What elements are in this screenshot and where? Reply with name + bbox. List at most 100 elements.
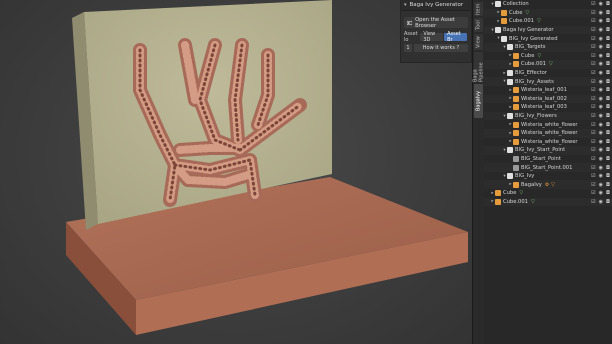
render-camera-icon[interactable]: ◘ xyxy=(606,10,610,16)
visibility-eye-icon[interactable]: ◉ xyxy=(599,182,603,188)
visibility-eye-icon[interactable]: ◉ xyxy=(599,104,603,110)
outliner-row[interactable]: ▸ Cube ▽ ☑ ◉ ◘ xyxy=(484,189,612,198)
outliner-row[interactable]: ▾ BIG_Ivy_Assets ☑ ◉ ◘ xyxy=(484,77,612,86)
number-field[interactable]: 1 xyxy=(404,43,412,52)
tab-view[interactable]: View xyxy=(474,34,483,50)
visibility-eye-icon[interactable]: ◉ xyxy=(599,44,603,50)
exclude-checkbox-icon[interactable]: ☑ xyxy=(591,147,595,153)
exclude-checkbox-icon[interactable]: ☑ xyxy=(591,104,595,110)
3d-viewport[interactable]: ▾ Baga Ivy Generator Open the Asset Brow… xyxy=(0,0,472,344)
modifier-icon[interactable]: ▽ xyxy=(549,61,553,67)
exclude-checkbox-icon[interactable]: ☑ xyxy=(591,53,595,59)
outliner-row[interactable]: ▾ BIG_Ivy_Start_Point ☑ ◉ ◘ xyxy=(484,146,612,155)
outliner-row[interactable]: ▸ Wisteria_white_flower ☑ ◉ ◘ xyxy=(484,120,612,129)
visibility-eye-icon[interactable]: ◉ xyxy=(599,79,603,85)
exclude-checkbox-icon[interactable]: ☑ xyxy=(591,139,595,145)
exclude-checkbox-icon[interactable]: ☑ xyxy=(591,1,595,7)
visibility-eye-icon[interactable]: ◉ xyxy=(599,156,603,162)
exclude-checkbox-icon[interactable]: ☑ xyxy=(591,122,595,128)
exclude-checkbox-icon[interactable]: ☑ xyxy=(591,36,595,42)
visibility-eye-icon[interactable]: ◉ xyxy=(599,36,603,42)
render-camera-icon[interactable]: ◘ xyxy=(606,27,610,33)
visibility-eye-icon[interactable]: ◉ xyxy=(599,122,603,128)
outliner-row[interactable]: ▸ Cube.001 ▽ ☑ ◉ ◘ xyxy=(484,17,612,26)
outliner-row[interactable]: ▸ BagaIvy ⚙ ▽ ☑ ◉ ◘ xyxy=(484,180,612,190)
exclude-checkbox-icon[interactable]: ☑ xyxy=(591,130,595,136)
tab-item[interactable]: Item xyxy=(474,2,483,16)
exclude-checkbox-icon[interactable]: ☑ xyxy=(591,199,595,205)
outliner-row[interactable]: ▸ Wisteria_white_flower ☑ ◉ ◘ xyxy=(484,128,612,138)
exclude-checkbox-icon[interactable]: ☑ xyxy=(591,165,595,171)
render-camera-icon[interactable]: ◘ xyxy=(606,53,610,59)
visibility-eye-icon[interactable]: ◉ xyxy=(599,18,603,24)
render-camera-icon[interactable]: ◘ xyxy=(606,18,610,24)
modifier-icon[interactable]: ▽ xyxy=(537,18,541,24)
exclude-checkbox-icon[interactable]: ☑ xyxy=(591,44,595,50)
render-camera-icon[interactable]: ◘ xyxy=(606,147,610,153)
visibility-eye-icon[interactable]: ◉ xyxy=(599,1,603,7)
outliner-row[interactable]: ▸ Cube.001 ▽ ☑ ◉ ◘ xyxy=(484,60,612,69)
outliner-row[interactable]: ▾ BIG_Targets ☑ ◉ ◘ xyxy=(484,42,612,52)
render-camera-icon[interactable]: ◘ xyxy=(606,156,610,162)
render-camera-icon[interactable]: ◘ xyxy=(606,70,610,76)
render-camera-icon[interactable]: ◘ xyxy=(606,79,610,85)
exclude-checkbox-icon[interactable]: ☑ xyxy=(591,156,595,162)
collapse-icon[interactable]: ▾ xyxy=(404,2,407,8)
visibility-eye-icon[interactable]: ◉ xyxy=(599,53,603,59)
exclude-checkbox-icon[interactable]: ☑ xyxy=(591,27,595,33)
visibility-eye-icon[interactable]: ◉ xyxy=(599,61,603,67)
exclude-checkbox-icon[interactable]: ☑ xyxy=(591,79,595,85)
outliner-row[interactable]: ▸ Cube ▽ ☑ ◉ ◘ xyxy=(484,8,612,18)
modifier-icon[interactable]: ▽ xyxy=(537,53,541,59)
render-camera-icon[interactable]: ◘ xyxy=(606,61,610,67)
how-it-works-button[interactable]: How it works ? xyxy=(414,43,468,52)
render-camera-icon[interactable]: ◘ xyxy=(606,173,610,179)
outliner-row[interactable]: ▸ Cube.001 ▽ ☑ ◉ ◘ xyxy=(484,197,612,207)
render-camera-icon[interactable]: ◘ xyxy=(606,122,610,128)
exclude-checkbox-icon[interactable]: ☑ xyxy=(591,113,595,119)
outliner-row[interactable]: ▾ BIG_Ivy ☑ ◉ ◘ xyxy=(484,172,612,181)
modifier-icon[interactable]: ⚙ ▽ xyxy=(545,182,555,188)
tab-baga-pipeline[interactable]: Baga Pipeline xyxy=(473,52,485,82)
render-camera-icon[interactable]: ◘ xyxy=(606,44,610,50)
render-camera-icon[interactable]: ◘ xyxy=(606,1,610,7)
render-camera-icon[interactable]: ◘ xyxy=(606,113,610,119)
visibility-eye-icon[interactable]: ◉ xyxy=(599,27,603,33)
render-camera-icon[interactable]: ◘ xyxy=(606,87,610,93)
render-camera-icon[interactable]: ◘ xyxy=(606,36,610,42)
render-camera-icon[interactable]: ◘ xyxy=(606,130,610,136)
exclude-checkbox-icon[interactable]: ☑ xyxy=(591,70,595,76)
render-camera-icon[interactable]: ◘ xyxy=(606,104,610,110)
visibility-eye-icon[interactable]: ◉ xyxy=(599,139,603,145)
outliner-row[interactable]: ▸ Wisteria_leaf_001 ☑ ◉ ◘ xyxy=(484,86,612,95)
exclude-checkbox-icon[interactable]: ☑ xyxy=(591,87,595,93)
visibility-eye-icon[interactable]: ◉ xyxy=(599,87,603,93)
outliner-row[interactable]: BIG_Start_Point.001 ☑ ◉ ◘ xyxy=(484,163,612,172)
outliner-row[interactable]: ▸ Cube ▽ ☑ ◉ ◘ xyxy=(484,52,612,61)
visibility-eye-icon[interactable]: ◉ xyxy=(599,10,603,16)
visibility-eye-icon[interactable]: ◉ xyxy=(599,130,603,136)
visibility-eye-icon[interactable]: ◉ xyxy=(599,113,603,119)
visibility-eye-icon[interactable]: ◉ xyxy=(599,173,603,179)
render-camera-icon[interactable]: ◘ xyxy=(606,165,610,171)
outliner-row[interactable]: ▸ BIG_Effector ☑ ◉ ◘ xyxy=(484,69,612,78)
render-camera-icon[interactable]: ◘ xyxy=(606,190,610,196)
render-camera-icon[interactable]: ◘ xyxy=(606,199,610,205)
outliner-row[interactable]: ▸ Wisteria_white_flower ☑ ◉ ◘ xyxy=(484,138,612,147)
outliner-row[interactable]: ▾ Collection ☑ ◉ ◘ xyxy=(484,0,612,9)
exclude-checkbox-icon[interactable]: ☑ xyxy=(591,96,595,102)
render-camera-icon[interactable]: ◘ xyxy=(606,182,610,188)
modifier-icon[interactable]: ▽ xyxy=(525,10,529,16)
outliner-row[interactable]: BIG_Start_Point ☑ ◉ ◘ xyxy=(484,155,612,164)
tab-tool[interactable]: Tool xyxy=(474,18,483,32)
outliner-row[interactable]: ▸ Wisteria_leaf_003 ☑ ◉ ◘ xyxy=(484,103,612,112)
modifier-icon[interactable]: ▽ xyxy=(531,199,535,205)
modifier-icon[interactable]: ▽ xyxy=(519,190,523,196)
visibility-eye-icon[interactable]: ◉ xyxy=(599,165,603,171)
option-asset-browser[interactable]: Asset Br xyxy=(444,31,467,43)
option-view3d[interactable]: View 3D xyxy=(420,31,444,43)
outliner-row[interactable]: ▸ Wisteria_leaf_002 ☑ ◉ ◘ xyxy=(484,94,612,104)
panel-header[interactable]: ▾ Baga Ivy Generator xyxy=(401,0,471,11)
exclude-checkbox-icon[interactable]: ☑ xyxy=(591,18,595,24)
render-camera-icon[interactable]: ◘ xyxy=(606,96,610,102)
